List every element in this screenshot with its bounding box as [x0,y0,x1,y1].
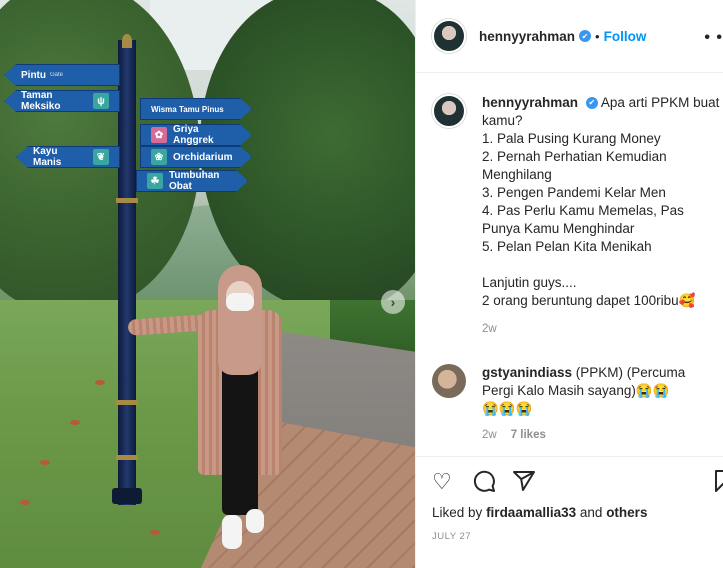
verified-icon: ✔ [579,30,592,42]
post-side-panel: hennyyrahman ✔ • Follow • • hennyyrahman… [415,0,723,568]
orchid-icon: ✿ [151,127,167,143]
leaf-icon: ❦ [93,149,109,165]
caption-line: 4. Pas Perlu Kamu Memelas, Pas Punya Kam… [482,203,684,236]
save-icon[interactable] [712,469,723,499]
comment-text: gstyanindiass (PPKM) (Percuma Pergi Kalo… [482,364,702,444]
sign-kayu-manis: Kayu Manis ❦ [16,146,120,168]
post-date[interactable]: JULY 27 [432,531,471,542]
photo-leaf [70,420,80,425]
separator: • [595,28,600,44]
sign-label: Griya Anggrek [173,124,214,146]
chevron-right-icon: › [390,294,396,310]
signpost-band [116,198,138,203]
comment-emoji-line: 😭😭😭 [482,401,533,416]
post-username[interactable]: hennyyrahman [479,29,575,44]
signpost-band [116,455,138,460]
avatar[interactable] [432,364,466,398]
photo-leaf [40,460,50,465]
liked-and: and [579,505,603,520]
herb-icon: ☘ [147,173,163,189]
comment-item: gstyanindiass (PPKM) (Percuma Pergi Kalo… [432,364,723,444]
caption-line: 2 orang beruntung dapet 100ribu🥰 [482,293,696,308]
sign-label: Wisma Tamu Pinus [151,104,224,114]
avatar[interactable] [432,19,466,53]
sign-label: Kayu Manis [33,146,62,168]
liked-prefix: Liked by [432,505,483,520]
follow-button[interactable]: Follow [604,29,647,44]
sign-sublabel: Gate [50,72,64,78]
comment-meta: 2w 7 likes [482,426,702,444]
caption-line [482,256,722,274]
sign-label: Tumbuhan Obat [169,170,220,192]
comment-likes[interactable]: 7 likes [511,426,546,444]
cactus-icon: ψ [93,93,109,109]
sign-label: Taman Meksiko [21,90,61,112]
more-options-icon[interactable]: • • [704,29,723,47]
comment-timestamp[interactable]: 2w [482,426,497,444]
flower-icon: ❀ [151,149,167,165]
photo-leaf [95,380,105,385]
verified-icon: ✔ [585,97,598,110]
post-photo[interactable]: Pintu Gate Taman Meksiko ψ Kayu Manis ❦ … [0,0,415,568]
sign-griya-anggrek: ✿ Griya Anggrek [140,124,252,146]
avatar[interactable] [432,94,466,128]
caption-line: 1. Pala Pusing Kurang Money [482,131,661,146]
post-header: hennyyrahman ✔ • Follow • • [416,0,723,73]
sign-label: Pintu [21,69,46,81]
liked-user[interactable]: firdaamallia33 [486,505,576,520]
sign-label: Orchidarium [173,151,233,163]
caption-line: 2. Pernah Perhatian Kemudian Menghilang [482,149,667,182]
caption-timestamp[interactable]: 2w [482,320,722,338]
person-mask [226,293,254,311]
heart-icon[interactable]: ♡ [432,469,452,495]
post-caption: hennyyrahman ✔ Apa arti PPKM buat kamu? … [432,94,723,338]
person-figure [127,265,290,565]
signpost-finial [122,34,132,48]
caption-line: 5. Pelan Pelan Kita Menikah [482,239,652,254]
sign-tumbuhan-obat: ☘ Tumbuhan Obat [136,170,248,192]
liked-others[interactable]: others [606,505,647,520]
signpost-band [116,400,138,405]
comment-username[interactable]: gstyanindiass [482,365,572,380]
post-actions: ♡ Liked by firdaamallia33 and others JUL… [416,456,723,568]
sign-wisma-tamu-pinus: Wisma Tamu Pinus [140,98,252,120]
caption-text: hennyyrahman ✔ Apa arti PPKM buat kamu? … [482,94,722,338]
photo-leaf [20,500,30,505]
comment-icon[interactable] [472,469,496,499]
photo-leaf [150,530,160,535]
caption-username[interactable]: hennyyrahman [482,95,578,110]
sign-orchidarium: ❀ Orchidarium [140,146,252,168]
sign-taman-meksiko: Taman Meksiko ψ [4,90,120,112]
caption-line: Lanjutin guys.... [482,275,577,290]
sign-pintu: Pintu Gate [4,64,120,86]
caption-line: 3. Pengen Pandemi Kelar Men [482,185,666,200]
person-shoe [222,515,242,549]
signpost-pole [118,40,136,505]
signpost-base [112,488,142,504]
next-photo-button[interactable]: › [381,290,405,314]
person-shoe [246,509,264,533]
liked-by: Liked by firdaamallia33 and others [432,505,647,520]
share-icon[interactable] [512,469,536,499]
